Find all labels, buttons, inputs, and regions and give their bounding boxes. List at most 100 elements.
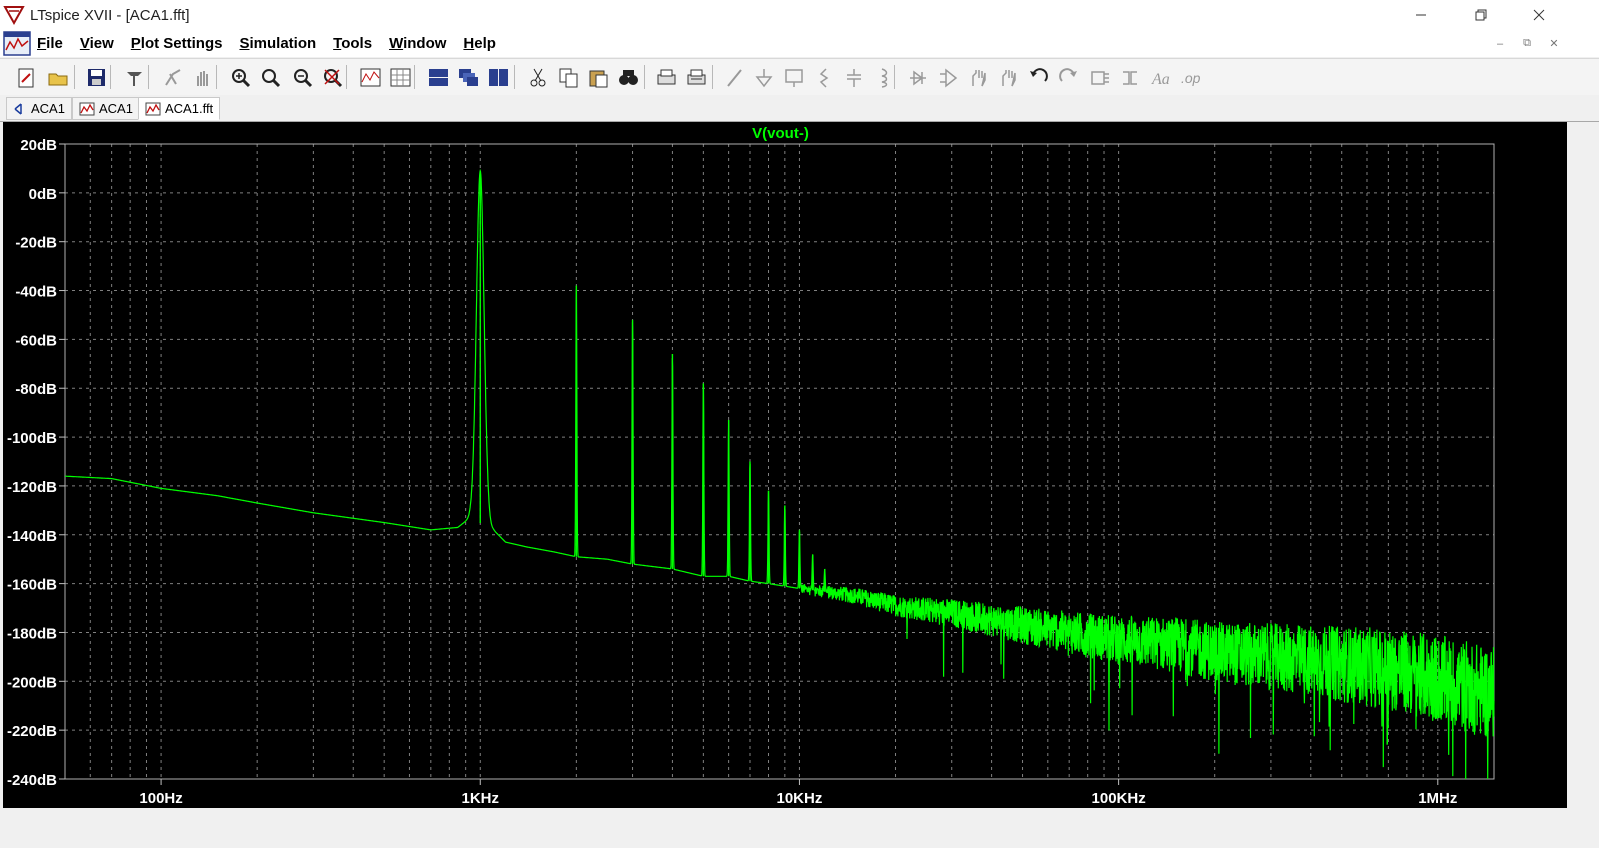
- plot-pane[interactable]: 20dB 0dB -20dB -40dB -60dB -80dB -100dB -120dB -…: [3, 122, 1567, 808]
- tile-horizontal-button[interactable]: [424, 62, 452, 92]
- print-icon: [687, 69, 705, 84]
- menu-file[interactable]: File: [37, 35, 63, 52]
- toolbar-separator: [110, 65, 111, 89]
- x-tick-label: 100Hz: [139, 790, 182, 807]
- spice-directive-icon: .op: [1181, 70, 1201, 86]
- mirror-icon: [1122, 70, 1137, 85]
- tab-fft[interactable]: ACA1.fft: [138, 97, 221, 120]
- diode-button[interactable]: [904, 62, 932, 92]
- halt-button[interactable]: [188, 62, 216, 92]
- restore-icon: [1475, 9, 1487, 21]
- zoom-out-icon: [293, 68, 312, 87]
- restore-button[interactable]: [1456, 0, 1506, 30]
- label-button[interactable]: [780, 62, 808, 92]
- open-folder-icon: [48, 73, 67, 85]
- rotate-button[interactable]: [1086, 62, 1114, 92]
- tab-waveform[interactable]: ACA1: [72, 97, 140, 120]
- menu-window[interactable]: Window: [389, 35, 446, 52]
- save-icon: [87, 68, 105, 86]
- trace-label: V(vout-): [752, 125, 809, 142]
- close-button[interactable]: [1514, 0, 1564, 30]
- paste-button[interactable]: [584, 62, 612, 92]
- tab-label: ACA1: [99, 101, 133, 116]
- mirror-button[interactable]: [1116, 62, 1144, 92]
- menu-view[interactable]: View: [80, 35, 114, 52]
- capacitor-button[interactable]: [840, 62, 868, 92]
- y-tick-label: -80dB: [15, 381, 57, 398]
- tab-label: ACA1.fft: [165, 101, 214, 116]
- undo-button[interactable]: [1024, 62, 1052, 92]
- toolbar-separator: [894, 65, 895, 89]
- zoom-area-button[interactable]: [226, 62, 254, 92]
- mdi-close-button[interactable]: ✕: [1541, 30, 1567, 57]
- tile-vertical-icon: [488, 68, 508, 86]
- move-button[interactable]: [964, 62, 992, 92]
- cut-icon: [530, 68, 545, 86]
- cascade-button[interactable]: [454, 62, 482, 92]
- inductor-icon: [881, 67, 887, 88]
- zoom-out-button[interactable]: [288, 62, 316, 92]
- y-tick-label: -180dB: [7, 625, 57, 642]
- menu-plot-settings[interactable]: Plot Settings: [131, 35, 223, 52]
- menu-help[interactable]: Help: [463, 35, 496, 52]
- tab-schematic[interactable]: ACA1: [6, 97, 72, 120]
- autorange-icon: [360, 68, 380, 86]
- rotate-icon: [1090, 70, 1109, 85]
- pan-button[interactable]: [256, 62, 284, 92]
- control-panel-button[interactable]: [120, 62, 148, 92]
- y-tick-label: -140dB: [7, 528, 57, 545]
- y-tick-label: -120dB: [7, 479, 57, 496]
- zoom-full-icon: [323, 68, 342, 87]
- text-button[interactable]: Aa: [1146, 62, 1174, 92]
- toolbar-separator: [346, 65, 347, 89]
- menu-simulation[interactable]: Simulation: [239, 35, 316, 52]
- drag-button[interactable]: [994, 62, 1022, 92]
- ground-button[interactable]: [750, 62, 778, 92]
- move-icon: [971, 69, 986, 86]
- copy-button[interactable]: [554, 62, 582, 92]
- toolbar-separator: [216, 65, 217, 89]
- copy-icon: [559, 68, 577, 87]
- print-button[interactable]: [682, 62, 710, 92]
- print-setup-button[interactable]: [652, 62, 680, 92]
- status-bar: [0, 810, 1599, 848]
- find-icon: [618, 69, 638, 85]
- waveform-icon: [79, 102, 95, 115]
- trace-vout: [65, 168, 1495, 780]
- document-waveform-icon[interactable]: [3, 30, 31, 57]
- fft-waveform-icon: [145, 102, 161, 115]
- tile-vertical-button[interactable]: [484, 62, 512, 92]
- menu-tools[interactable]: Tools: [333, 35, 372, 52]
- toolbar-separator: [644, 65, 645, 89]
- spice-directive-button[interactable]: .op: [1176, 62, 1204, 92]
- grid-icon: [390, 68, 410, 86]
- wire-button[interactable]: [720, 62, 748, 92]
- save-button[interactable]: [82, 62, 110, 92]
- redo-button[interactable]: [1054, 62, 1082, 92]
- svg-text:Aa: Aa: [1151, 71, 1170, 88]
- open-folder-button[interactable]: [44, 62, 72, 92]
- fft-plot[interactable]: 20dB 0dB -20dB -40dB -60dB -80dB -100dB -120dB -…: [3, 122, 1567, 808]
- toolbar-separator: [148, 65, 149, 89]
- print-setup-icon: [657, 69, 675, 84]
- drag-icon: [1001, 69, 1016, 86]
- autorange-button[interactable]: [356, 62, 384, 92]
- find-button[interactable]: [614, 62, 642, 92]
- pan-icon: [261, 68, 280, 87]
- component-button[interactable]: [934, 62, 962, 92]
- mdi-restore-button[interactable]: ⧉: [1514, 30, 1540, 57]
- minimize-button[interactable]: [1396, 0, 1446, 30]
- new-schematic-button[interactable]: [12, 62, 40, 92]
- mdi-minimize-button[interactable]: –: [1487, 30, 1513, 57]
- zoom-full-button[interactable]: [318, 62, 346, 92]
- resistor-button[interactable]: [810, 62, 838, 92]
- x-tick-label: 1KHz: [462, 790, 500, 807]
- y-tick-label: -100dB: [7, 430, 57, 447]
- grid-button[interactable]: [386, 62, 414, 92]
- minimize-icon: [1416, 14, 1426, 16]
- toolbar-separator: [712, 65, 713, 89]
- wire-icon: [726, 68, 742, 87]
- cut-button[interactable]: [524, 62, 552, 92]
- new-schematic-icon: [18, 68, 33, 87]
- run-button[interactable]: [158, 62, 186, 92]
